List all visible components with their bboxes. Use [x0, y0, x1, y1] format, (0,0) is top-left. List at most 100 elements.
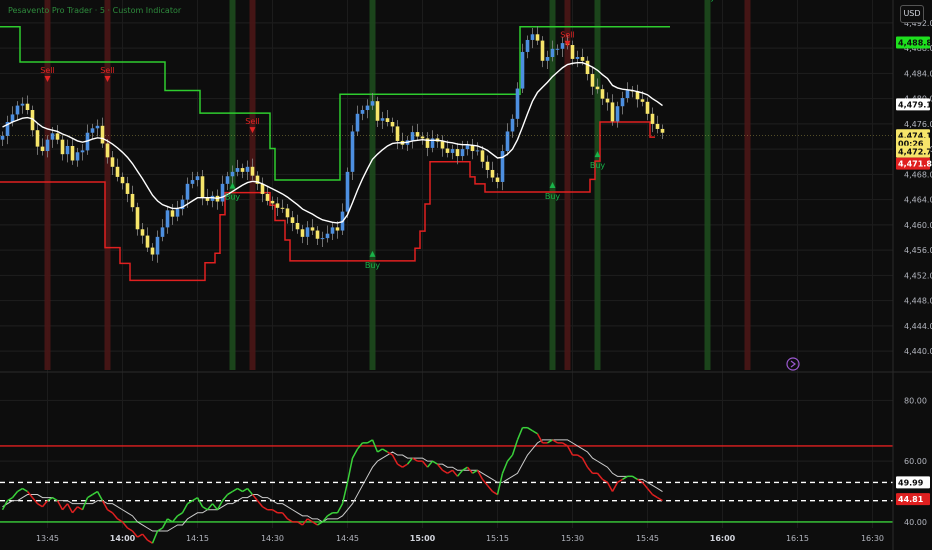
candle-body [40, 146, 45, 152]
candle-body [525, 39, 530, 52]
sell-signal-label: Sell [100, 66, 114, 75]
candle-body [315, 230, 320, 239]
candle-body [290, 217, 295, 223]
candle-body [100, 125, 105, 144]
candle-body [510, 118, 515, 132]
buy-highlight [594, 0, 601, 370]
candle-body [570, 45, 575, 59]
candle-body [450, 149, 455, 153]
candle-body [585, 60, 590, 75]
candle-body [540, 40, 545, 61]
candle-body [260, 183, 265, 194]
candle-body [500, 151, 505, 182]
candle-body [325, 233, 330, 239]
candle-body [350, 131, 355, 172]
sell-signal-label: Sell [560, 31, 574, 40]
candle-body [240, 168, 245, 172]
candle-body [225, 176, 230, 184]
candle-body [305, 227, 310, 237]
candle-body [420, 136, 425, 139]
candle-body [505, 131, 510, 152]
candle-body [515, 88, 520, 119]
currency-button[interactable]: USD [900, 5, 924, 23]
candle-body [230, 171, 235, 177]
candle-body [335, 227, 340, 231]
candle-body [610, 102, 615, 122]
candle-body [550, 48, 555, 58]
candle-body [175, 209, 180, 217]
price-tick-label: 4,452.00 [904, 271, 932, 280]
price-label-text: 4,472.74 [898, 148, 932, 157]
time-tick-label: 16:15 [786, 534, 809, 543]
time-tick-label: 16:30 [861, 534, 884, 543]
price-label-text: 49.99 [898, 478, 924, 487]
candle-body [600, 89, 605, 99]
candle-body [375, 101, 380, 121]
candle-body [150, 247, 155, 255]
price-tick-label: 4,444.00 [904, 322, 932, 331]
price-label-basis: 4,479.14 [896, 98, 932, 111]
sell-highlight [249, 0, 256, 370]
candle-body [155, 236, 160, 255]
candle-body [120, 176, 125, 184]
candle-body [655, 123, 660, 129]
candle-body [560, 43, 565, 49]
candle-body [265, 193, 270, 201]
price-tick-label: 4,448.00 [904, 297, 932, 306]
candle-body [445, 148, 450, 153]
candle-body [460, 149, 465, 157]
candle-body [620, 98, 625, 107]
price-label-last: 4,472.74 [896, 145, 932, 158]
candle-body [220, 183, 225, 202]
candle-body [170, 210, 175, 217]
candle-body [285, 208, 290, 218]
candle-body [45, 139, 50, 152]
candle-body [110, 157, 115, 167]
candle-body [0, 135, 5, 140]
candle-body [440, 141, 445, 149]
time-tick-label: 16:00 [710, 534, 736, 543]
candle-body [530, 34, 535, 40]
sell-highlight [564, 0, 571, 370]
buy-highlight [369, 0, 376, 370]
chart-canvas: SellSellBuySellBuyBuySellBuyBuySell 4,49… [0, 0, 932, 550]
candle-body [535, 34, 540, 41]
candle-body [270, 200, 275, 204]
price-tick-label: 4,460.00 [904, 221, 932, 230]
candle-body [410, 132, 415, 141]
buy-signal-label: Buy [545, 192, 561, 201]
candle-body [380, 118, 385, 121]
candle-body [390, 122, 395, 127]
candle-body [115, 166, 120, 177]
osc-tick-label: 80.00 [904, 396, 927, 405]
candle-body [280, 207, 285, 209]
candle-body [200, 176, 205, 198]
candle-body [480, 150, 485, 162]
candle-body [455, 149, 460, 157]
candle-body [395, 126, 400, 141]
candle-body [555, 48, 560, 50]
time-tick-label: 14:30 [261, 534, 284, 543]
buy-signal-label: Buy [365, 261, 381, 270]
buy-signal: Buy [700, 0, 716, 2]
osc-label-oscillator: 44.81 [896, 493, 930, 506]
candle-body [415, 132, 420, 137]
price-tick-label: 4,484.00 [904, 69, 932, 78]
sell-highlight [44, 0, 51, 370]
price-tick-label: 4,468.00 [904, 170, 932, 179]
candle-body [20, 103, 25, 106]
buy-signal-label: Buy [700, 0, 716, 2]
candle-body [475, 150, 480, 152]
time-tick-label: 15:15 [486, 534, 509, 543]
candle-body [490, 169, 495, 178]
candle-body [645, 101, 650, 114]
candle-body [140, 229, 145, 236]
candle-body [235, 168, 240, 172]
candle-body [70, 145, 75, 161]
candle-body [25, 103, 30, 111]
buy-signal-label: Buy [590, 161, 606, 170]
candle-body [575, 57, 580, 59]
price-tick-label: 4,476.00 [904, 120, 932, 129]
price-label-lower: 4,471.83 [896, 157, 932, 170]
candle-body [465, 145, 470, 150]
